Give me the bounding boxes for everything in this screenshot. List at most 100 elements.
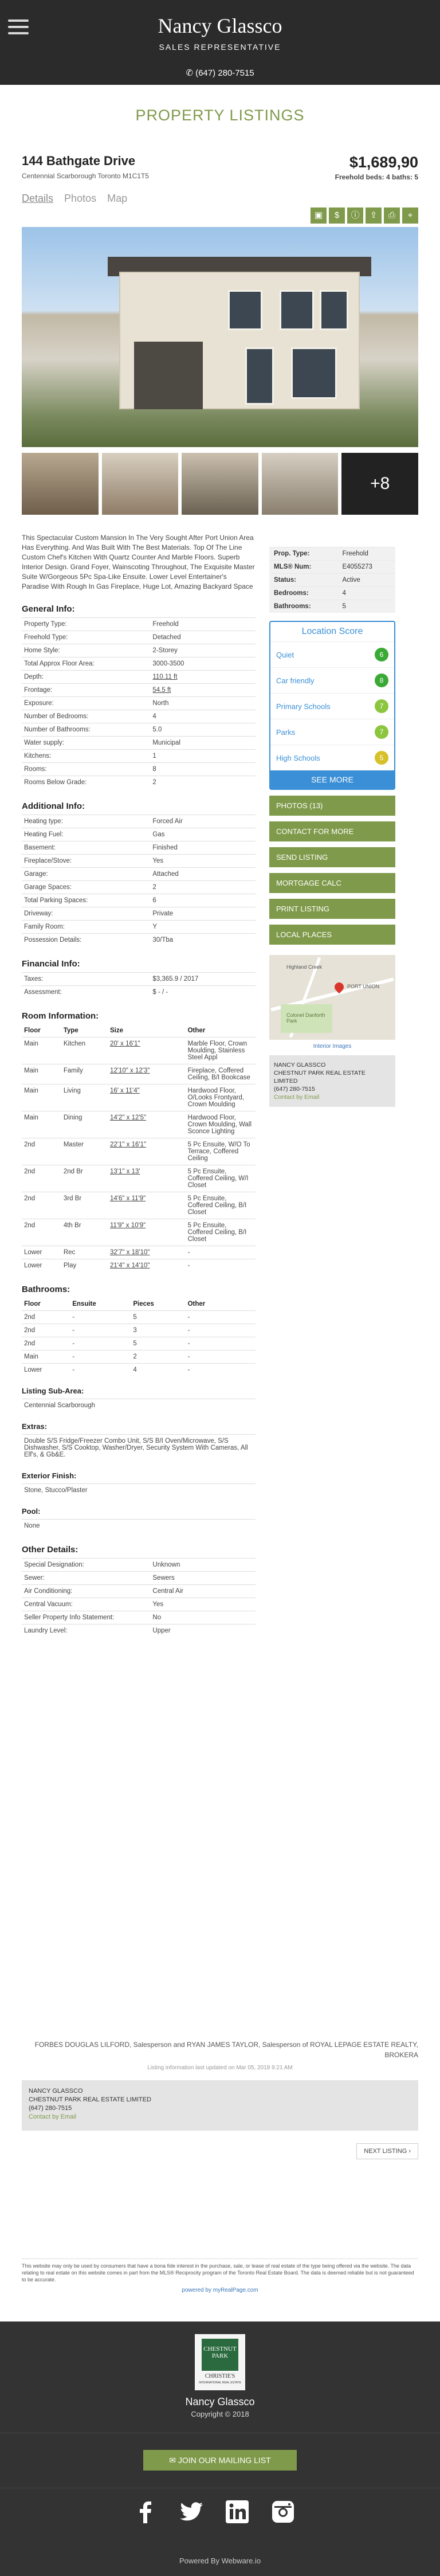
listing-header: 144 Bathgate Drive Centennial Scarboroug… [22, 154, 418, 224]
info-label: Exposure: [22, 696, 151, 710]
brokerage-line: FORBES DOUGLAS LILFORD, Salesperson and … [34, 2041, 418, 2059]
sidebar-button[interactable]: CONTACT FOR MORE [269, 821, 395, 841]
logo-text: PARK [211, 2352, 229, 2359]
info-label: Seller Property Info Statement: [22, 1611, 151, 1624]
table-cell: 5 [131, 1310, 186, 1324]
info-label: Driveway: [22, 907, 151, 921]
print-icon[interactable]: ⎙ [384, 208, 400, 224]
interior-images-link[interactable]: Interior Images [269, 1043, 395, 1050]
linkedin-icon[interactable] [223, 2498, 251, 2526]
table-row: Lower Rec 32'7" x 18'10" - [22, 1246, 256, 1259]
see-more-button[interactable]: SEE MORE [270, 770, 394, 789]
info-row: Exposure: North [22, 696, 256, 710]
summary-row: MLS® Num: E4055273 [269, 560, 395, 574]
table-cell: 4 [131, 1363, 186, 1376]
info-row: Basement: Finished [22, 841, 256, 855]
thumbnail[interactable] [22, 453, 99, 515]
info-row: Kitchens: 1 [22, 749, 256, 763]
info-row: Heating Fuel: Gas [22, 828, 256, 841]
table-cell: 16' x 11'4" [107, 1084, 186, 1111]
table-cell: Kitchen [61, 1037, 108, 1064]
info-value: Upper [150, 1624, 256, 1637]
info-value: Central Air [150, 1584, 256, 1598]
map-pin-icon[interactable]: ⌖ [402, 208, 418, 224]
agent-phone: (647) 280-7515 [274, 1086, 315, 1093]
phone-number: (647) 280-7515 [195, 68, 254, 78]
thumbnail[interactable] [101, 453, 179, 515]
section-title: Room Information: [22, 1011, 99, 1021]
column-header: Type [63, 1027, 78, 1034]
info-value: 30/Tba [150, 933, 256, 946]
brand: Nancy Glassco SALES REPRESENTATIVE ✆ (64… [0, 14, 440, 78]
sidebar-button[interactable]: MORTGAGE CALC [269, 873, 395, 893]
sidebar-button[interactable]: SEND LISTING [269, 847, 395, 867]
sidebar-button[interactable]: PRINT LISTING [269, 899, 395, 919]
score-row[interactable]: Primary Schools 7 [270, 693, 394, 719]
tab-map[interactable]: Map [107, 193, 127, 204]
info-row: Depth: 110.11 ft [22, 670, 256, 684]
info-icon[interactable]: ⓘ [347, 208, 363, 224]
score-row[interactable]: Quiet 6 [270, 641, 394, 667]
summary-row: Prop. Type: Freehold [269, 547, 395, 561]
more-photos-button[interactable]: +8 [341, 453, 418, 515]
agent-email-link[interactable]: Contact by Email [274, 1093, 391, 1101]
agent-phone: (647) 280-7515 [29, 2105, 72, 2112]
map-label: Colonel Danforth Park [286, 1012, 325, 1024]
table-cell: - [185, 1259, 256, 1272]
location-map[interactable]: PORT UNION Colonel Danforth Park Highlan… [269, 955, 395, 1040]
info-row: Fireplace/Stove: Yes [22, 854, 256, 868]
powered-mypage-link[interactable]: powered by myRealPage.com [0, 2287, 440, 2293]
mailing-list-button[interactable]: ✉ JOIN OUR MAILING LIST [143, 2450, 297, 2471]
sidebar-button[interactable]: LOCAL PLACES [269, 925, 395, 945]
table-row: 2nd 3rd Br 14'6" x 11'9" 5 Pc Ensuite, Coff… [22, 1192, 256, 1219]
info-value: Private [150, 907, 256, 921]
table-cell: Hardwood Floor, Crown Moulding, Wall Sco… [185, 1111, 256, 1138]
table-row: 2nd -3- [22, 1324, 256, 1337]
main-photo[interactable] [22, 227, 418, 447]
agent-email-link[interactable]: Contact by Email [29, 2113, 411, 2121]
info-value: 6 [150, 894, 256, 907]
table-cell: Dining [61, 1111, 108, 1138]
info-value: No [150, 1611, 256, 1624]
footer-powered[interactable]: Powered By Webware.io [0, 2557, 440, 2565]
header-phone[interactable]: ✆ (647) 280-7515 [0, 68, 440, 78]
score-label: Car friendly [276, 676, 315, 685]
info-value: Freehold [150, 617, 256, 631]
score-badge: 7 [375, 725, 388, 739]
site-header: Nancy Glassco SALES REPRESENTATIVE ✆ (64… [0, 0, 440, 85]
score-row[interactable]: High Schools 5 [270, 745, 394, 770]
camera-icon[interactable]: ▣ [311, 208, 327, 224]
table-cell: Rec [61, 1246, 108, 1259]
table-cell: - [70, 1310, 131, 1324]
thumbnail[interactable] [261, 453, 339, 515]
info-value: 2 [150, 880, 256, 894]
dollar-icon[interactable]: $ [329, 208, 345, 224]
info-label: Home Style: [22, 644, 151, 657]
score-row[interactable]: Car friendly 8 [270, 667, 394, 693]
info-label: Rooms: [22, 762, 151, 776]
next-listing-button[interactable]: NEXT LISTING › [356, 2143, 418, 2159]
score-row[interactable]: Parks 7 [270, 719, 394, 745]
brand-title: SALES REPRESENTATIVE [159, 42, 281, 52]
photo-door [245, 347, 274, 405]
instagram-icon[interactable] [269, 2498, 297, 2526]
share-icon[interactable]: ⇪ [366, 208, 382, 224]
info-value: 2 [150, 776, 256, 789]
logo-text: CHRISTIE'S [205, 2373, 235, 2379]
info-label: Kitchens: [22, 749, 151, 763]
table-cell: Fireplace, Coffered Ceiling, B/I Bookcas… [185, 1064, 256, 1085]
sidebar-button[interactable]: PHOTOS (13) [269, 796, 395, 816]
site-footer: CHESTNUT PARK CHRISTIE'S INTERNATIONAL R… [0, 2321, 440, 2576]
photo-garage [134, 342, 203, 409]
table-cell: - [185, 1246, 256, 1259]
tab-photos[interactable]: Photos [64, 193, 96, 204]
tab-details[interactable]: Details [22, 193, 53, 204]
twitter-icon[interactable] [178, 2498, 205, 2526]
table-cell: 32'7" x 18'10" [107, 1246, 186, 1259]
info-label: Number of Bathrooms: [22, 723, 151, 737]
sidebar: Prop. Type: Freehold MLS® Num: E4055273 Stat… [269, 547, 395, 1107]
facebook-icon[interactable] [132, 2498, 159, 2526]
thumbnail[interactable] [182, 453, 258, 515]
score-label: Parks [276, 727, 296, 737]
score-badge: 6 [375, 648, 388, 661]
